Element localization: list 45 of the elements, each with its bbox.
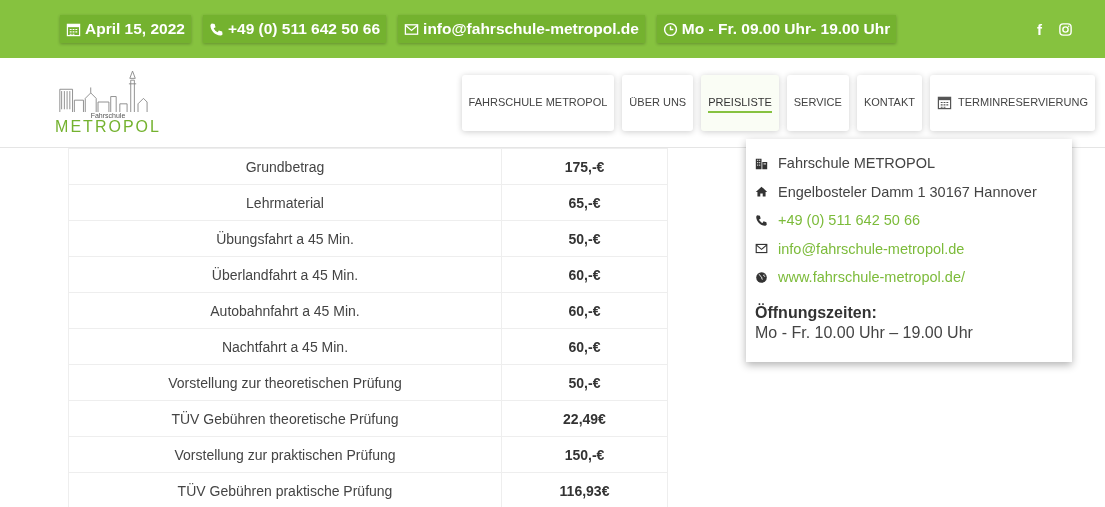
item-cell: Lehrmaterial [68,184,502,221]
nav-tab[interactable]: SERVICE [786,74,849,131]
item-cell: Grundbetrag [68,148,502,185]
item-cell: Nachtfahrt a 45 Min. [68,328,502,365]
info-text: info@fahrschule-metropol.de [423,20,639,38]
contact-text: Engelbosteler Damm 1 30167 Hannover [778,183,1037,200]
calendar-icon [66,21,81,37]
nav-tab[interactable]: FAHRSCHULE METROPOL [461,74,615,131]
price-cell: 22,49€ [501,400,668,437]
clock-icon [662,21,678,37]
nav-tab[interactable]: KONTAKT [856,74,922,131]
item-cell: TÜV Gebühren praktische Prüfung [68,472,502,507]
phone-icon [755,213,768,227]
item-cell: Überlandfahrt a 45 Min. [68,256,502,293]
phone-icon [208,21,224,37]
price-cell: 65,-€ [501,184,668,221]
price-cell: 50,-€ [501,220,668,257]
globe-icon [755,270,768,284]
item-cell: Vorstellung zur theoretischen Prüfung [68,364,502,401]
price-cell: 60,-€ [501,328,668,365]
contact-text: Fahrschule METROPOL [778,155,936,172]
mail-icon [404,21,420,37]
hours-text: Mo - Fr. 10.00 Uhr – 19.00 Uhr [755,323,974,342]
nav-tab[interactable]: PREISLISTE [701,74,779,131]
nav-tab[interactable]: TERMINRESERVIERUNG [930,74,1095,131]
instagram-icon[interactable] [1058,21,1073,37]
nav-tab[interactable]: ÜBER UNS [622,74,694,131]
item-cell: Autobahnfahrt a 45 Min. [68,292,502,329]
hours-heading: Öffnungszeiten: [755,303,878,322]
info-text: Mo - Fr. 09.00 Uhr- 19.00 Uhr [681,20,891,38]
price-cell: 50,-€ [501,364,668,401]
info-text: +49 (0) 511 642 50 66 [227,20,381,38]
calendar-icon [937,95,952,110]
item-cell: TÜV Gebühren theoretische Prüfung [68,400,502,437]
home-icon [755,185,768,199]
item-cell: Übungsfahrt a 45 Min. [68,220,502,257]
price-cell: 175,-€ [501,148,668,185]
info-text: April 15, 2022 [85,20,185,38]
price-cell: 60,-€ [501,256,668,293]
logo-wordmark: METROPOL [55,119,161,135]
item-cell: Vorstellung zur praktischen Prüfung [68,436,502,473]
mail-icon [755,242,768,256]
building-icon [755,156,768,170]
price-cell: 150,-€ [501,436,668,473]
price-cell: 60,-€ [501,292,668,329]
